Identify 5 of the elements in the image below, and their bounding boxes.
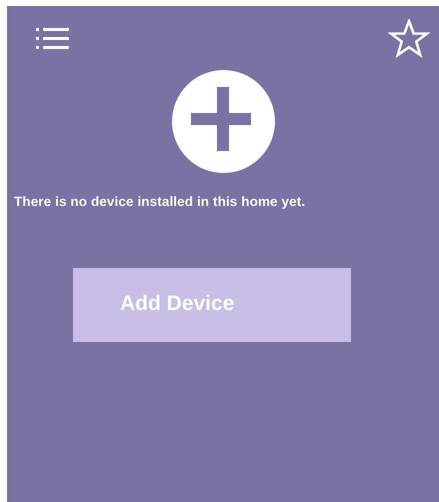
add-device-button[interactable]: Add Device bbox=[73, 268, 351, 342]
star-icon[interactable] bbox=[388, 18, 430, 58]
menu-icon[interactable] bbox=[36, 28, 69, 48]
add-icon bbox=[172, 70, 274, 173]
empty-message: There is no device installed in this home yet. bbox=[14, 193, 306, 211]
